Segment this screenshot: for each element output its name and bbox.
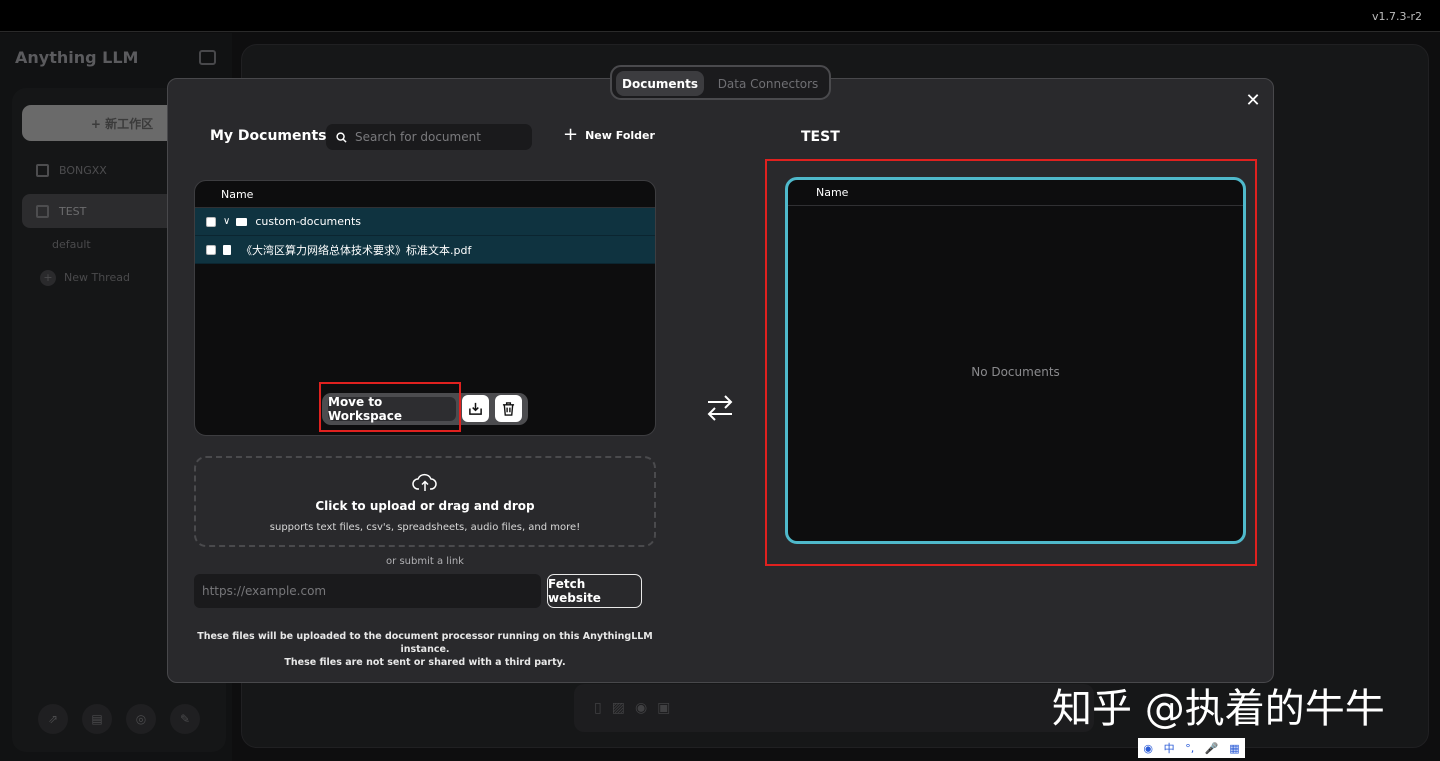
thread-item-new[interactable]: + New Thread xyxy=(40,270,130,286)
docs-icon[interactable]: ▤ xyxy=(82,704,112,734)
ime-logo-icon[interactable]: ◉ xyxy=(1143,742,1153,755)
github-icon[interactable]: ⇗ xyxy=(38,704,68,734)
ime-punctuation[interactable]: °, xyxy=(1185,742,1194,755)
new-folder-button[interactable]: + New Folder xyxy=(563,124,655,145)
search-icon xyxy=(336,131,347,143)
swap-arrows-icon xyxy=(707,395,733,421)
new-folder-label: New Folder xyxy=(585,128,655,142)
modal-tab-switch: Documents Data Connectors xyxy=(610,65,831,100)
thread-label: New Thread xyxy=(64,271,130,284)
plus-icon: + xyxy=(40,270,56,286)
move-to-folder-button[interactable] xyxy=(462,395,489,422)
cloud-upload-icon xyxy=(412,473,437,491)
or-submit-link-label: or submit a link xyxy=(386,556,464,567)
file-name: 《大湾区算力网络总体技术要求》标准文本.pdf xyxy=(241,243,472,257)
my-documents-title: My Documents xyxy=(210,128,327,144)
row-checkbox[interactable] xyxy=(206,244,216,255)
close-icon[interactable]: ✕ xyxy=(1243,90,1263,111)
sidebar-footer: ⇗ ▤ ◎ ✎ xyxy=(38,704,200,734)
fetch-website-button[interactable]: Fetch website xyxy=(547,574,642,608)
grid-icon[interactable]: ▦ xyxy=(1229,742,1239,755)
workspace-title: TEST xyxy=(801,129,840,145)
note-line-2: These files are not sent or shared with … xyxy=(284,657,566,668)
attach-icon[interactable]: ▯ xyxy=(594,700,602,716)
watermark: 知乎 @执着的牛牛 xyxy=(1052,686,1385,732)
text-size-icon[interactable]: ▣ xyxy=(657,700,670,716)
highlight-box-workspace xyxy=(765,159,1257,566)
upload-subtitle: supports text files, csv's, spreadsheets… xyxy=(269,522,581,533)
search-input[interactable]: Search for document xyxy=(326,124,532,150)
app-logo: Anything LLM xyxy=(15,48,139,67)
folder-name: custom-documents xyxy=(255,215,362,228)
table-row-file[interactable]: 《大湾区算力网络总体技术要求》标准文本.pdf xyxy=(195,236,655,264)
row-checkbox[interactable] xyxy=(206,216,216,227)
upload-title: Click to upload or drag and drop xyxy=(315,499,535,513)
sidebar-toggle-icon[interactable] xyxy=(199,50,216,65)
note-line-1: These files will be uploaded to the docu… xyxy=(197,631,653,655)
tab-documents[interactable]: Documents xyxy=(616,71,704,96)
table-row-folder[interactable]: ∨ custom-documents xyxy=(195,208,655,236)
chevron-down-icon[interactable]: ∨ xyxy=(223,216,230,227)
discord-icon[interactable]: ◎ xyxy=(126,704,156,734)
plus-icon: + xyxy=(563,124,579,145)
agent-icon[interactable]: ◉ xyxy=(635,700,647,716)
upload-dropzone[interactable]: Click to upload or drag and drop support… xyxy=(194,456,656,547)
folder-icon xyxy=(236,217,248,226)
thread-item-default[interactable]: default xyxy=(52,238,91,251)
workspace-icon xyxy=(36,204,49,218)
tab-data-connectors[interactable]: Data Connectors xyxy=(712,71,824,96)
slash-icon[interactable]: ▨ xyxy=(612,700,625,716)
highlight-box-move xyxy=(319,382,461,432)
move-to-folder-icon xyxy=(469,402,482,415)
url-input[interactable]: https://example.com xyxy=(194,574,541,608)
workspace-label: TEST xyxy=(59,204,87,218)
upload-privacy-note: These files will be uploaded to the docu… xyxy=(194,630,656,669)
ime-mode-chinese[interactable]: 中 xyxy=(1164,740,1175,756)
file-icon xyxy=(223,244,231,255)
prompt-bar[interactable]: ▯ ▨ ◉ ▣ xyxy=(574,684,1094,732)
search-placeholder: Search for document xyxy=(355,130,481,144)
table-header-name: Name xyxy=(195,181,655,208)
delete-button[interactable] xyxy=(495,395,522,422)
workspace-icon xyxy=(36,163,49,177)
settings-icon[interactable]: ✎ xyxy=(170,704,200,734)
ime-toolbar: ◉ 中 °, 🎤 ▦ xyxy=(1138,738,1245,758)
workspace-label: BONGXX xyxy=(59,163,107,177)
version-label: v1.7.3-r2 xyxy=(1372,10,1422,23)
top-bar: v1.7.3-r2 xyxy=(0,0,1440,32)
microphone-icon[interactable]: 🎤 xyxy=(1205,742,1219,755)
trash-icon xyxy=(502,401,515,416)
